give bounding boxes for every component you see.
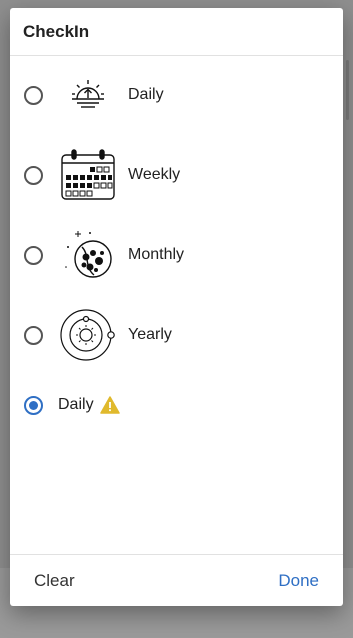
option-daily[interactable]: Daily [10,65,343,125]
option-monthly-label: Monthly [128,246,185,263]
option-daily-label: Daily [128,86,164,103]
background-scrollbar [346,60,349,120]
dialog-title: CheckIn [23,21,90,41]
checkin-dialog: CheckIn Daily Weekly Monthly Yearly Dail… [10,8,343,606]
dialog-footer: Clear Done [10,554,343,606]
radio-weekly[interactable] [24,165,43,185]
option-weekly[interactable]: Weekly [10,145,343,205]
done-button[interactable]: Done [278,571,319,591]
warning-icon [99,396,120,414]
dialog-body: Daily Weekly Monthly Yearly Daily [10,56,343,554]
radio-daily[interactable] [24,85,43,105]
clear-button[interactable]: Clear [34,571,75,591]
selected-option-label: Daily [58,396,94,413]
calendar-icon [59,146,117,204]
selected-option-row[interactable]: Daily [10,390,343,420]
sunrise-icon [59,66,117,124]
dialog-header: CheckIn [10,8,343,56]
option-monthly[interactable]: Monthly [10,225,343,285]
radio-monthly[interactable] [24,245,43,265]
option-weekly-label: Weekly [128,166,181,183]
radio-selected[interactable] [24,395,43,415]
moon-icon [59,226,117,284]
option-yearly[interactable]: Yearly [10,305,343,365]
orbit-icon [59,306,117,364]
option-yearly-label: Yearly [128,326,172,343]
radio-yearly[interactable] [24,325,43,345]
